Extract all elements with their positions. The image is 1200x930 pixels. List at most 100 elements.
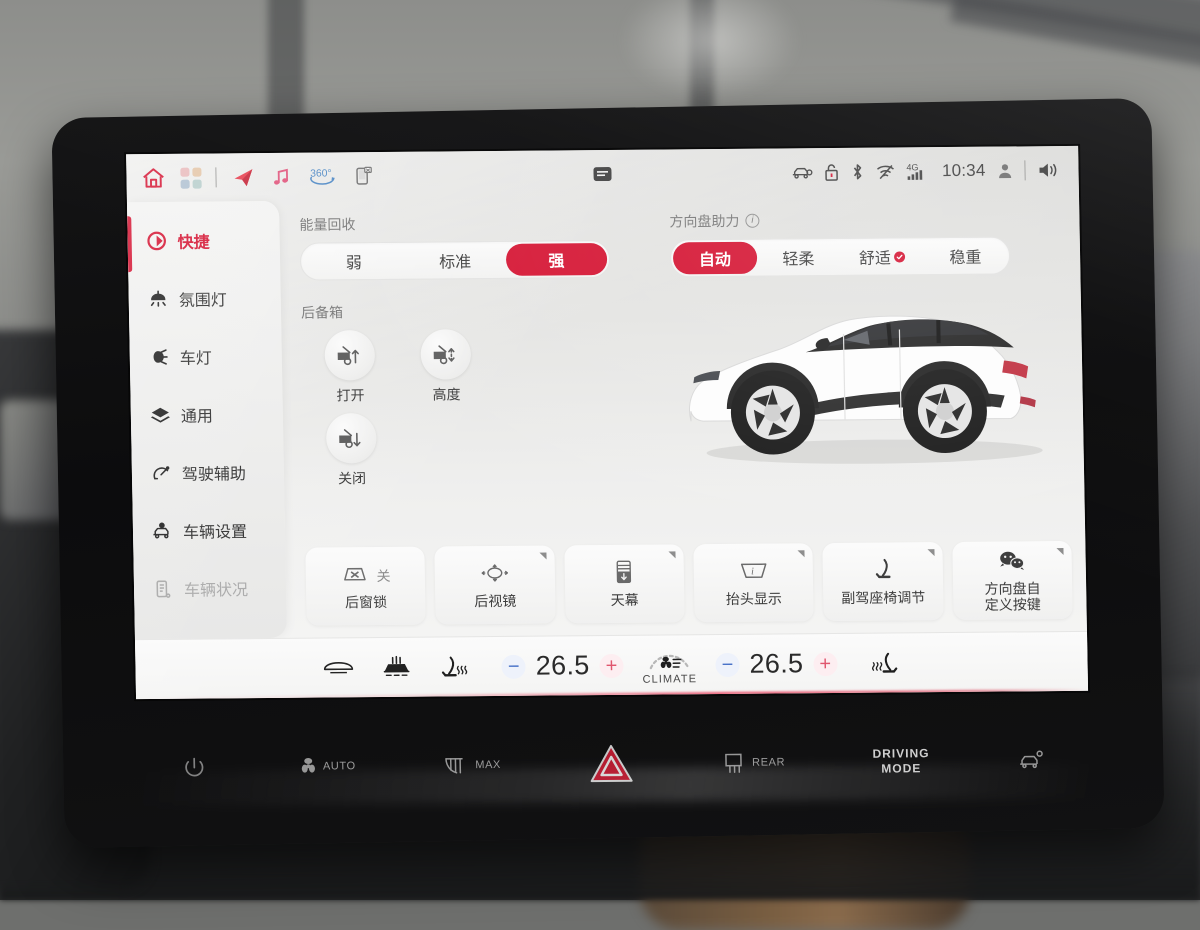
sidebar-item-label: 车灯 [179, 350, 213, 368]
trunk-close-icon [325, 413, 377, 464]
bluetooth-icon[interactable] [851, 162, 865, 182]
trunk-height-label: 高度 [432, 386, 461, 403]
svg-text:360°: 360° [310, 168, 332, 179]
passenger-temperature-control: − 26.5 + [715, 648, 838, 680]
status-divider [1024, 160, 1026, 181]
status-bar: 360° 4G 10:34 [126, 146, 1079, 202]
driver-temp-increase-button[interactable]: + [599, 653, 624, 678]
sidebar-item-vehicle-settings[interactable]: 车辆设置 [132, 501, 285, 560]
shortcut-card-rear-window-lock[interactable]: 关 后窗锁 [305, 546, 427, 626]
trunk-open-button[interactable]: 打开 [301, 330, 398, 406]
energy-recovery-option-standard[interactable]: 标准 [404, 244, 506, 277]
clock: 10:34 [941, 160, 986, 181]
shortcut-card-row: 关 后窗锁 后视镜 天幕 i 抬头显示 副驾座椅调节 方向盘自 定义按键 [305, 540, 1073, 626]
driver-temp-decrease-button[interactable]: − [501, 654, 526, 679]
power-button[interactable] [181, 754, 207, 780]
sidebar-item-quick-access[interactable]: 快捷 [127, 211, 280, 270]
user-avatar-icon[interactable] [996, 161, 1013, 179]
music-icon[interactable] [270, 165, 292, 189]
passenger-seat-icon [872, 556, 895, 587]
climate-button[interactable]: CLIMATE [623, 645, 716, 686]
steering-assist-option-comfort-label: 舒适 [858, 250, 892, 268]
navigation-icon[interactable] [230, 165, 256, 189]
surround-view-360-icon[interactable]: 360° [306, 164, 338, 188]
rear-defrost-icon[interactable] [368, 654, 426, 681]
passenger-temp-increase-button[interactable]: + [813, 651, 838, 676]
steering-assist-segmented-control[interactable]: 自动 轻柔 舒适 稳重 [669, 236, 1011, 278]
card-expand-corner-icon [797, 550, 805, 558]
shortcut-card-side-mirror[interactable]: 后视镜 [434, 545, 556, 625]
ceiling-light [620, 0, 800, 100]
infotainment-head-unit: 360° 4G 10:34 快捷 氛围灯 车灯 通用 驾驶辅助 车辆设置 车辆状… [51, 97, 1165, 849]
apps-grid-icon[interactable] [180, 167, 202, 189]
shortcut-card-label: 后窗锁 [344, 594, 388, 611]
shortcut-card-steering-wheel-custom-key[interactable]: 方向盘自 定义按键 [951, 540, 1073, 620]
windshield-defrost-icon[interactable] [310, 656, 368, 681]
shortcut-card-panoramic-roof[interactable]: 天幕 [563, 544, 685, 624]
sidebar-item-driving-assist[interactable]: 驾驶辅助 [131, 443, 284, 502]
shortcut-card-head-up-display[interactable]: i 抬头显示 [693, 543, 815, 623]
card-expand-corner-icon [1056, 548, 1064, 556]
sidebar-item-label: 车辆状况 [183, 582, 249, 600]
hazard-lights-button[interactable] [588, 743, 635, 785]
door-lock-icon[interactable] [824, 162, 840, 181]
rear-defrost-button[interactable]: REAR [722, 749, 785, 776]
energy-recovery-option-weak[interactable]: 弱 [303, 245, 405, 278]
wifi-off-icon[interactable] [876, 162, 896, 180]
steering-assist-option-steady[interactable]: 稳重 [923, 240, 1007, 273]
speaker-icon[interactable] [1036, 160, 1060, 180]
phone-cast-icon[interactable] [352, 164, 374, 188]
trunk-section: 后备箱 打开 高度 关闭 [301, 296, 1068, 489]
car-lock-status-icon[interactable] [791, 163, 813, 181]
panoramic-roof-icon [613, 558, 636, 589]
auto-fan-button[interactable]: AUTO [295, 753, 356, 780]
driver-seat-heat-icon[interactable] [426, 654, 484, 681]
passenger-temp-decrease-button[interactable]: − [715, 652, 740, 677]
trunk-close-label: 关闭 [337, 470, 367, 487]
energy-recovery-group: 能量回收 弱 标准 强 [299, 212, 611, 281]
sidebar-item-headlight[interactable]: 车灯 [129, 327, 282, 386]
trunk-height-button[interactable]: 高度 [397, 329, 494, 405]
energy-recovery-option-strong[interactable]: 强 [505, 243, 608, 276]
rear-window-lock-state: 关 [376, 568, 391, 585]
steering-assist-option-comfort[interactable]: 舒适 [840, 240, 924, 273]
energy-recovery-segmented-control[interactable]: 弱 标准 强 [299, 239, 611, 281]
card-indicator-icon[interactable] [593, 166, 612, 182]
steering-assist-label: 方向盘助力 i [669, 209, 1009, 232]
info-icon[interactable]: i [745, 213, 760, 228]
max-defrost-button[interactable]: MAX [443, 752, 501, 778]
sidebar-item-general[interactable]: 通用 [130, 385, 283, 444]
passenger-seat-heat-icon[interactable] [855, 650, 913, 677]
driver-temperature-control: − 26.5 + [501, 650, 624, 682]
passenger-temp-value: 26.5 [749, 648, 804, 679]
shortcut-card-label: 后视镜 [474, 592, 517, 610]
steering-assist-option-light[interactable]: 轻柔 [756, 241, 840, 274]
shortcut-card-passenger-seat[interactable]: 副驾座椅调节 [822, 542, 944, 622]
driving-mode-button[interactable]: DRIVING MODE [872, 746, 930, 776]
card-expand-corner-icon [539, 552, 547, 560]
card-expand-corner-icon [927, 549, 935, 557]
rear-defrost-label: REAR [752, 756, 786, 769]
home-icon[interactable] [140, 165, 166, 191]
trunk-close-button[interactable]: 关闭 [303, 413, 400, 489]
cellular-signal-icon[interactable]: 4G [907, 161, 931, 181]
max-defrost-label: MAX [475, 758, 502, 772]
driving-assist-icon [150, 462, 172, 484]
shortcut-card-label: 副驾座椅调节 [841, 589, 926, 607]
shortcut-card-label: 天幕 [610, 591, 639, 609]
hardware-button-strip: AUTO MAX REAR DRIVING MODE [137, 724, 1090, 804]
steering-assist-option-auto[interactable]: 自动 [672, 241, 757, 275]
sidebar-item-ambient-light[interactable]: 氛围灯 [128, 269, 281, 328]
driving-mode-label-line2: MODE [881, 761, 922, 776]
fan-dial-icon [649, 654, 690, 669]
parking-assist-button[interactable] [1017, 747, 1045, 773]
rear-window-lock-icon [340, 563, 368, 590]
sidebar-item-label: 车辆设置 [182, 524, 248, 542]
sidebar-navigation[interactable]: 快捷 氛围灯 车灯 通用 驾驶辅助 车辆设置 车辆状况 [126, 200, 287, 640]
svg-text:i: i [751, 566, 754, 577]
side-mirror-icon [478, 561, 512, 588]
infotainment-screen[interactable]: 360° 4G 10:34 快捷 氛围灯 车灯 通用 驾驶辅助 车辆设置 车辆状… [126, 145, 1089, 700]
sidebar-item-vehicle-status[interactable]: 车辆状况 [134, 559, 287, 618]
status-divider [215, 167, 217, 188]
driver-temp-value: 26.5 [535, 650, 590, 681]
